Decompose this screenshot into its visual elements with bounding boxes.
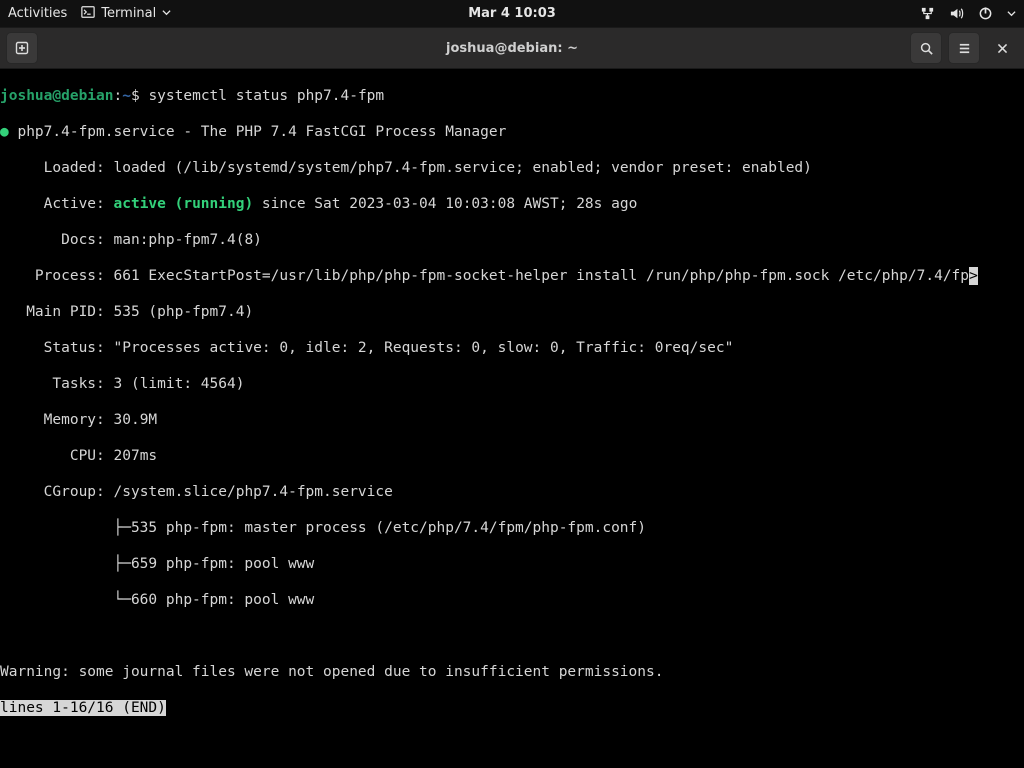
service-description: php7.4-fpm.service - The PHP 7.4 FastCGI…: [9, 124, 507, 140]
activities-button[interactable]: Activities: [8, 6, 67, 21]
close-button[interactable]: [986, 32, 1018, 64]
terminal-icon: [81, 5, 95, 23]
memory-label: Memory:: [0, 412, 114, 428]
pager-status: lines 1-16/16 (END): [0, 700, 166, 716]
cpu-label: CPU:: [0, 448, 114, 464]
terminal-output: joshua@debian:~$ systemctl status php7.4…: [0, 69, 1024, 753]
prompt-user: joshua@debian: [0, 88, 114, 104]
tasks-label: Tasks:: [0, 376, 114, 392]
status-value: "Processes active: 0, idle: 2, Requests:…: [114, 340, 734, 356]
hamburger-menu-button[interactable]: [948, 32, 980, 64]
cgroup-proc-2: ├─659 php-fpm: pool www: [0, 556, 314, 572]
active-state: active (running): [114, 196, 254, 212]
power-icon[interactable]: [978, 6, 993, 21]
journal-warning: Warning: some journal files were not ope…: [0, 664, 663, 680]
line-overflow-indicator: >: [969, 267, 978, 285]
status-label: Status:: [0, 340, 114, 356]
cgroup-proc-1: ├─535 php-fpm: master process (/etc/php/…: [0, 520, 646, 536]
search-button[interactable]: [910, 32, 942, 64]
docs-value: man:php-fpm7.4(8): [114, 232, 262, 248]
new-tab-button[interactable]: [6, 32, 38, 64]
volume-icon[interactable]: [949, 6, 964, 21]
system-menu-chevron-icon[interactable]: [1007, 9, 1016, 18]
process-value: 661 ExecStartPost=/usr/lib/php/php-fpm-s…: [114, 268, 970, 284]
active-label: Active:: [0, 196, 114, 212]
terminal-viewport[interactable]: joshua@debian:~$ systemctl status php7.4…: [0, 69, 1024, 753]
prompt-sep: :: [114, 88, 123, 104]
gnome-top-bar: Activities Terminal Mar 4 10:03: [0, 0, 1024, 27]
clock[interactable]: Mar 4 10:03: [468, 6, 556, 21]
loaded-value: loaded (/lib/systemd/system/php7.4-fpm.s…: [114, 160, 812, 176]
active-since: since Sat 2023-03-04 10:03:08 AWST; 28s …: [253, 196, 637, 212]
process-label: Process:: [0, 268, 114, 284]
main-pid-value: 535 (php-fpm7.4): [114, 304, 254, 320]
cpu-value: 207ms: [114, 448, 158, 464]
prompt-path: ~: [122, 88, 131, 104]
docs-label: Docs:: [0, 232, 114, 248]
app-menu[interactable]: Terminal: [81, 5, 171, 23]
cgroup-value: /system.slice/php7.4-fpm.service: [114, 484, 393, 500]
tasks-value: 3 (limit: 4564): [114, 376, 245, 392]
typed-command: systemctl status php7.4-fpm: [148, 88, 384, 104]
network-icon[interactable]: [920, 6, 935, 21]
status-bullet-icon: ●: [0, 124, 9, 140]
cgroup-label: CGroup:: [0, 484, 114, 500]
app-menu-label: Terminal: [101, 6, 156, 21]
memory-value: 30.9M: [114, 412, 158, 428]
chevron-down-icon: [162, 6, 171, 21]
cgroup-proc-3: └─660 php-fpm: pool www: [0, 592, 314, 608]
main-pid-label: Main PID:: [0, 304, 114, 320]
terminal-headerbar: joshua@debian: ~: [0, 27, 1024, 69]
window-title: joshua@debian: ~: [446, 41, 578, 56]
prompt-dollar: $: [131, 88, 148, 104]
loaded-label: Loaded:: [0, 160, 114, 176]
